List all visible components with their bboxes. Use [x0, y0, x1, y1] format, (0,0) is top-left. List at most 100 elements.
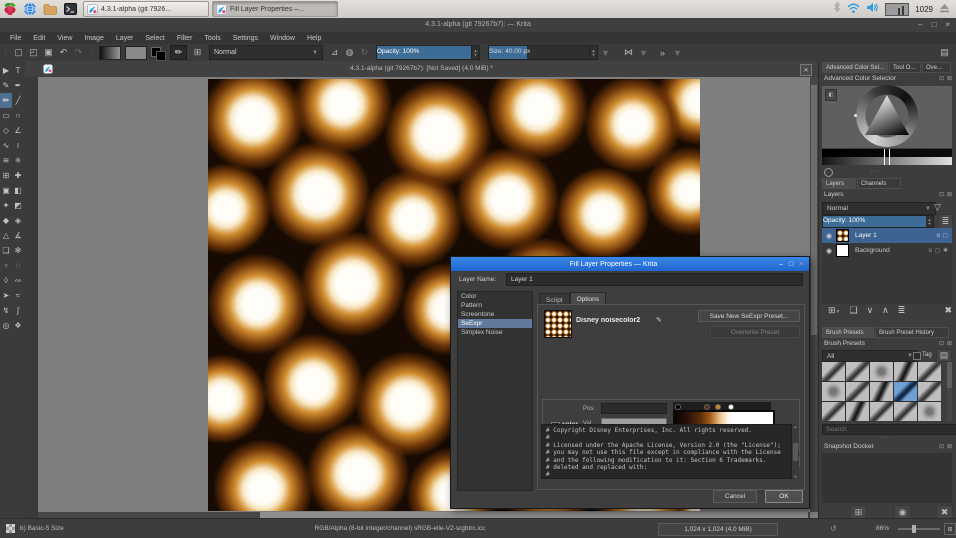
tag-checkbox[interactable] — [913, 352, 921, 360]
size-spinner[interactable]: ▲▼ — [590, 45, 598, 60]
generator-seexpr[interactable]: SeExpr — [458, 319, 532, 328]
add-layer-button[interactable]: ⊞▼ — [828, 305, 841, 316]
color-history-icon[interactable] — [824, 168, 833, 177]
tool-polygon-select[interactable]: ◊ — [0, 273, 12, 288]
float-docker-icon[interactable]: ⊡ — [939, 191, 944, 198]
brush-preset[interactable] — [846, 402, 869, 421]
zoom-slider-handle[interactable] — [912, 525, 916, 533]
preserve-alpha-icon[interactable]: ◍ — [342, 46, 357, 59]
selection-display-icon[interactable] — [6, 524, 15, 533]
tool-crop[interactable]: ▣ — [0, 183, 12, 198]
brush-preset[interactable] — [870, 402, 893, 421]
scroll-up-icon[interactable]: ▲ — [794, 424, 798, 429]
vertical-scrollbar[interactable] — [810, 77, 818, 512]
tool-freehand-select[interactable]: ∾ — [12, 273, 24, 288]
size-options-chevron[interactable]: ▼ — [598, 46, 613, 59]
tab-tool-options[interactable]: Tool O... — [889, 62, 921, 73]
gradient-stops[interactable] — [673, 402, 771, 410]
layer-properties-button[interactable]: ≣ — [898, 305, 906, 316]
value-bar-2[interactable] — [822, 157, 952, 165]
tab-layers[interactable]: Layers — [822, 178, 856, 189]
brush-preset[interactable] — [894, 402, 917, 421]
docker-splitter[interactable]: ··· — [880, 318, 890, 325]
tool-calligraphy[interactable]: ✒ — [12, 78, 24, 93]
tool-rect-select[interactable]: ▫ — [0, 258, 12, 273]
subwindow-close-icon[interactable]: ✕ — [800, 64, 812, 76]
layers-docker-header[interactable]: Layers ⊡ ⊠ — [824, 191, 952, 198]
blend-mode-select[interactable]: Normal▼ — [209, 45, 323, 60]
tool-bezier-curve[interactable]: ∿ — [0, 138, 12, 153]
menu-layer[interactable]: Layer — [110, 35, 140, 42]
tool-polygon[interactable]: ◇ — [0, 123, 12, 138]
menu-image[interactable]: Image — [78, 35, 109, 42]
tool-select-shapes[interactable]: ▶ — [0, 63, 12, 78]
toolbar-handle[interactable]: ⋮ — [0, 48, 11, 57]
layer-opacity-slider[interactable]: Opacity: 100% — [822, 215, 928, 228]
docker-splitter[interactable]: ··· — [880, 434, 890, 441]
cpu-monitor[interactable] — [885, 3, 909, 16]
script-scrollbar[interactable]: ▲▼ — [792, 424, 799, 479]
tool-smart-patch[interactable]: ✻ — [12, 243, 24, 258]
workspace-chooser-icon[interactable]: ▤ — [937, 46, 952, 59]
layer-name-input[interactable]: Layer 1 — [506, 273, 803, 286]
generator-pattern[interactable]: Pattern — [458, 301, 532, 310]
save-new-preset-button[interactable]: Save New SeExpr Preset... — [698, 310, 800, 322]
subwindow-titlebar[interactable]: 4.3.1-alpha (git 79267b7): [Not Saved] (… — [25, 61, 818, 78]
menu-file[interactable]: File — [4, 35, 27, 42]
redo-icon[interactable]: ↷ — [71, 46, 86, 59]
zoom-slider[interactable] — [898, 528, 940, 530]
mirror-options-chevron[interactable]: ▼ — [636, 46, 651, 59]
undo-icon[interactable]: ↶ — [56, 46, 71, 59]
snapshot-list[interactable] — [822, 453, 952, 503]
brush-preset[interactable] — [822, 362, 845, 381]
brush-preset[interactable] — [822, 402, 845, 421]
layer-lock-icon[interactable]: ◻ — [935, 247, 940, 254]
wifi-icon[interactable] — [847, 0, 860, 18]
tab-overview[interactable]: Ove... — [922, 62, 951, 73]
tool-edit-shapes[interactable]: ✎ — [0, 78, 12, 93]
mirror-horizontal-icon[interactable]: ⋈ — [621, 46, 636, 59]
tool-similar-select[interactable]: ≈ — [12, 288, 24, 303]
tool-move[interactable]: ✚ — [12, 168, 24, 183]
brush-preset-selected[interactable] — [894, 382, 917, 401]
menu-edit[interactable]: Edit — [27, 35, 51, 42]
opacity-spinner[interactable]: ▲▼ — [472, 45, 480, 60]
tool-gradient[interactable]: ◧ — [12, 183, 24, 198]
image-size-widget[interactable]: 1,024 x 1,024 (4,0 MiB) — [658, 523, 778, 536]
file-manager-icon[interactable] — [40, 1, 60, 17]
preset-grid-scrollbar[interactable] — [947, 362, 952, 421]
zoom-options-icon[interactable]: ⊞ — [944, 523, 956, 535]
bluetooth-icon[interactable] — [833, 0, 841, 18]
tool-magnetic-select[interactable]: ↯ — [0, 303, 12, 318]
brush-preset[interactable] — [918, 362, 941, 381]
dialog-minimize-button[interactable]: – — [776, 261, 786, 268]
move-layer-down-button[interactable]: ∨ — [867, 305, 874, 316]
layer-thumbnail[interactable] — [836, 229, 849, 242]
delete-layer-button[interactable]: ✖ — [944, 305, 952, 316]
vertical-scrollbar-thumb[interactable] — [811, 85, 817, 335]
brush-preset[interactable] — [894, 362, 917, 381]
raspberry-menu-icon[interactable] — [0, 1, 20, 17]
layer-opacity-spinner[interactable]: ▲▼ — [926, 215, 934, 228]
preset-grid-scrollbar-thumb[interactable] — [947, 362, 952, 388]
script-editor[interactable]: # Copyright Disney Enterprises, Inc. All… — [541, 424, 792, 479]
tool-measure[interactable]: ∡ — [12, 228, 24, 243]
tool-enclose-fill[interactable]: ◈ — [12, 213, 24, 228]
taskbar-window-main[interactable]: 4.3.1-alpha (git 7926... — [83, 1, 209, 17]
tool-ellipse[interactable]: ○ — [12, 108, 24, 123]
preset-thumbnail[interactable] — [544, 310, 572, 338]
layer-lock-icon[interactable]: ◻ — [943, 232, 948, 239]
tool-dynamic-brush[interactable]: ≋ — [0, 153, 12, 168]
generator-simplex-noise[interactable]: Simplex Noise — [458, 328, 532, 337]
close-docker-icon[interactable]: ⊠ — [947, 340, 952, 347]
open-document-icon[interactable]: ◰ — [26, 46, 41, 59]
opacity-slider[interactable]: Opacity: 100% — [376, 45, 472, 60]
toolbar-handle[interactable]: ⋮ — [86, 48, 97, 57]
tool-rectangle[interactable]: ▭ — [0, 108, 12, 123]
float-docker-icon[interactable]: ⊡ — [939, 443, 944, 450]
tag-filter-select[interactable]: All▼ — [822, 350, 918, 362]
tab-channels[interactable]: Channels — [857, 178, 901, 189]
tab-brush-preset-history[interactable]: Brush Preset History — [875, 327, 949, 338]
brush-preset[interactable] — [918, 382, 941, 401]
tool-pattern-edit[interactable]: ◩ — [12, 198, 24, 213]
